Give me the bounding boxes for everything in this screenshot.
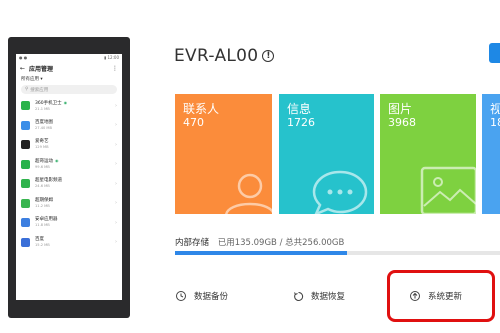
shield-icon: ◉ (63, 99, 68, 105)
app-list-item[interactable]: 超哥运动 ◉ 99.6 MB › (16, 155, 122, 175)
app-name-text: 超星电影频道 (35, 178, 62, 184)
app-size: 99.6 MB (35, 165, 50, 170)
app-name-text: 百度 (35, 236, 44, 242)
status-right: ▮ 12:00 (104, 55, 119, 60)
tile-contacts-label: 联系人 (183, 102, 220, 116)
app-filter-dropdown[interactable]: 所有应用 ▾ (16, 74, 122, 84)
tile-contacts-count: 470 (183, 116, 204, 129)
shield-icon: ◉ (55, 158, 59, 164)
app-text: 安卓应用器 11.8 MB (35, 217, 115, 228)
app-icon (21, 179, 30, 189)
tile-messages[interactable]: 信息 1726 (279, 94, 374, 214)
storage-used-text: 已用135.09GB / 总共256.00GB (217, 238, 345, 248)
phone-app-bar: ← 应用管理 ⋮ (16, 62, 122, 74)
top-right-button[interactable] (489, 43, 500, 63)
tile-photos[interactable]: 图片 3968 (380, 94, 476, 214)
app-list-item[interactable]: 百度 15.2 MB › (16, 233, 122, 253)
app-name-text: 超期保姆 (35, 197, 53, 203)
tile-videos-label: 视 (490, 102, 500, 116)
app-icon (21, 120, 30, 130)
chevron-right-icon: › (115, 239, 117, 246)
app-size: 11.8 MB (35, 223, 50, 228)
chevron-right-icon: › (115, 141, 117, 148)
app-size: 11.2 MB (35, 203, 50, 208)
app-list-item[interactable]: 超期保姆 11.2 MB › (16, 194, 122, 214)
app-size: 15.2 MB (35, 242, 50, 247)
phone-device: ● ● ▮ 12:00 ← 应用管理 ⋮ 所有应用 ▾ ⚲ 搜索应用 360手机… (8, 37, 130, 318)
chevron-right-icon: › (115, 161, 117, 168)
app-icon (21, 218, 30, 228)
highlight-box (387, 270, 495, 322)
app-text: 360手机卫士 ◉ 21.1 MB (35, 100, 115, 112)
app-text: 超哥运动 ◉ 99.6 MB (35, 158, 115, 170)
app-list-item[interactable]: 超星电影频道 24.6 MB › (16, 174, 122, 194)
app-name-text: 360手机卫士 (35, 100, 62, 106)
app-size: 27.40 MB (35, 125, 52, 130)
chevron-right-icon: › (115, 102, 117, 109)
data-restore-button[interactable]: 数据恢复 (293, 290, 345, 302)
tile-messages-label: 信息 (287, 102, 312, 116)
app-size: 21.1 MB (35, 106, 50, 111)
app-size: 24.6 MB (35, 184, 50, 189)
app-list-item[interactable]: 百度地图 27.40 MB › (16, 116, 122, 136)
back-arrow-icon[interactable]: ← (20, 65, 25, 72)
data-backup-button[interactable]: 数据备份 (176, 290, 228, 302)
search-placeholder: 搜索应用 (30, 87, 49, 93)
phone-status-bar: ● ● ▮ 12:00 (16, 54, 122, 62)
app-name: 超哥运动 ◉ (35, 158, 115, 165)
chevron-right-icon: › (115, 122, 117, 129)
device-header: EVR-AL00 ! (174, 46, 275, 66)
contact-person-icon (225, 173, 272, 214)
app-icon (21, 101, 30, 111)
app-list-item[interactable]: 安卓应用器 11.8 MB › (16, 213, 122, 233)
tile-videos[interactable]: 视 189 (482, 94, 500, 214)
app-icon (21, 140, 30, 150)
backup-clock-icon (176, 291, 186, 301)
chevron-right-icon: › (115, 200, 117, 207)
tile-contacts[interactable]: 联系人 470 (175, 94, 272, 214)
app-list-item[interactable]: 360手机卫士 ◉ 21.1 MB › (16, 96, 122, 116)
app-text: 超期保姆 11.2 MB (35, 198, 115, 209)
app-text: 百度地图 27.40 MB (35, 120, 115, 131)
data-restore-label: 数据恢复 (311, 292, 346, 302)
app-icon (21, 198, 30, 208)
tile-photos-label: 图片 (388, 102, 413, 116)
data-backup-label: 数据备份 (194, 292, 229, 302)
tile-videos-count: 189 (490, 116, 500, 129)
chevron-right-icon: › (115, 180, 117, 187)
app-text: 百度 15.2 MB (35, 237, 115, 248)
app-size: 129 MB (35, 145, 49, 150)
picture-frame-icon (420, 166, 476, 214)
info-icon[interactable]: ! (262, 50, 275, 62)
app-icon (21, 159, 30, 169)
app-name-text: 百度地图 (35, 119, 53, 125)
phone-app-title: 应用管理 (29, 65, 54, 73)
app-list: 360手机卫士 ◉ 21.1 MB › 百度地图 27.40 MB › 爱奇艺 129 MB › 超… (16, 96, 122, 252)
app-search-field[interactable]: ⚲ 搜索应用 (21, 85, 117, 94)
status-left: ● ● (19, 55, 28, 60)
app-name-text: 爱奇艺 (35, 139, 49, 145)
app-list-item[interactable]: 爱奇艺 129 MB › (16, 135, 122, 155)
message-bubble-icon (312, 170, 368, 214)
chevron-right-icon: › (115, 219, 117, 226)
search-icon: ⚲ (25, 87, 29, 92)
phone-screen: ● ● ▮ 12:00 ← 应用管理 ⋮ 所有应用 ▾ ⚲ 搜索应用 360手机… (16, 54, 122, 300)
app-text: 爱奇艺 129 MB (35, 139, 115, 150)
app-name: 360手机卫士 ◉ (35, 100, 115, 107)
storage-progress-fill (175, 251, 347, 255)
device-title: EVR-AL00 (174, 46, 259, 66)
tile-messages-count: 1726 (287, 116, 315, 129)
storage-progress-bar (175, 251, 500, 255)
app-name-text: 安卓应用器 (35, 217, 58, 223)
more-vertical-icon[interactable]: ⋮ (112, 65, 118, 72)
app-text: 超星电影频道 24.6 MB (35, 178, 115, 189)
tile-photos-count: 3968 (388, 116, 416, 129)
storage-label: 内部存储 (175, 238, 210, 248)
storage-info: 内部存储 已用135.09GB / 总共256.00GB (175, 236, 344, 248)
app-icon (21, 237, 30, 247)
app-name-text: 超哥运动 (35, 159, 53, 165)
restore-arrow-icon (293, 291, 304, 301)
